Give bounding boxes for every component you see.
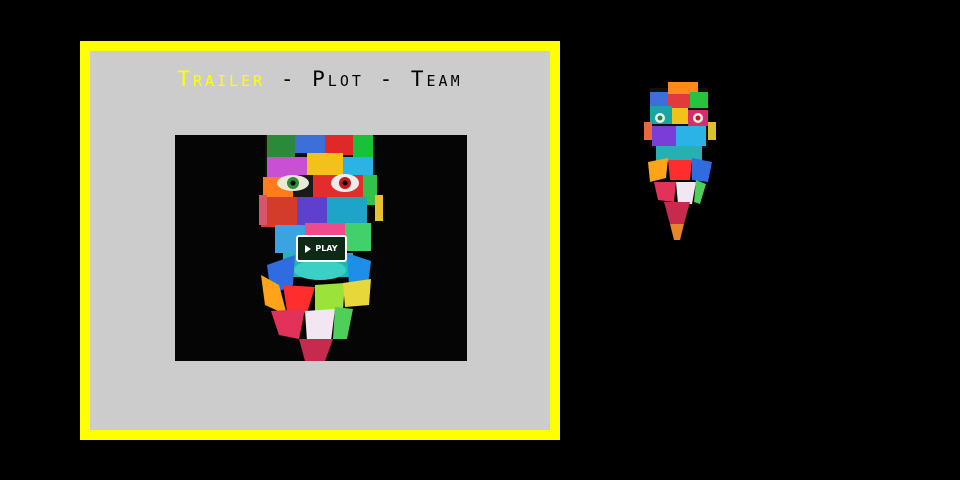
nav-trailer[interactable]: Trailer — [177, 67, 265, 91]
nav-separator: - — [379, 67, 411, 91]
trailer-video-player[interactable]: PLAY — [175, 135, 467, 361]
nav-plot[interactable]: Plot — [312, 67, 364, 91]
side-poster-art — [644, 82, 716, 240]
play-button-label: PLAY — [315, 244, 338, 253]
trailer-panel-frame: Trailer - Plot - Team PLAY — [80, 41, 560, 440]
trailer-panel: Trailer - Plot - Team PLAY — [90, 51, 550, 430]
nav-separator: - — [280, 67, 313, 91]
section-nav: Trailer - Plot - Team — [90, 67, 550, 91]
play-button[interactable]: PLAY — [296, 235, 347, 262]
nav-team[interactable]: Team — [411, 67, 463, 91]
play-triangle-icon — [305, 244, 312, 253]
